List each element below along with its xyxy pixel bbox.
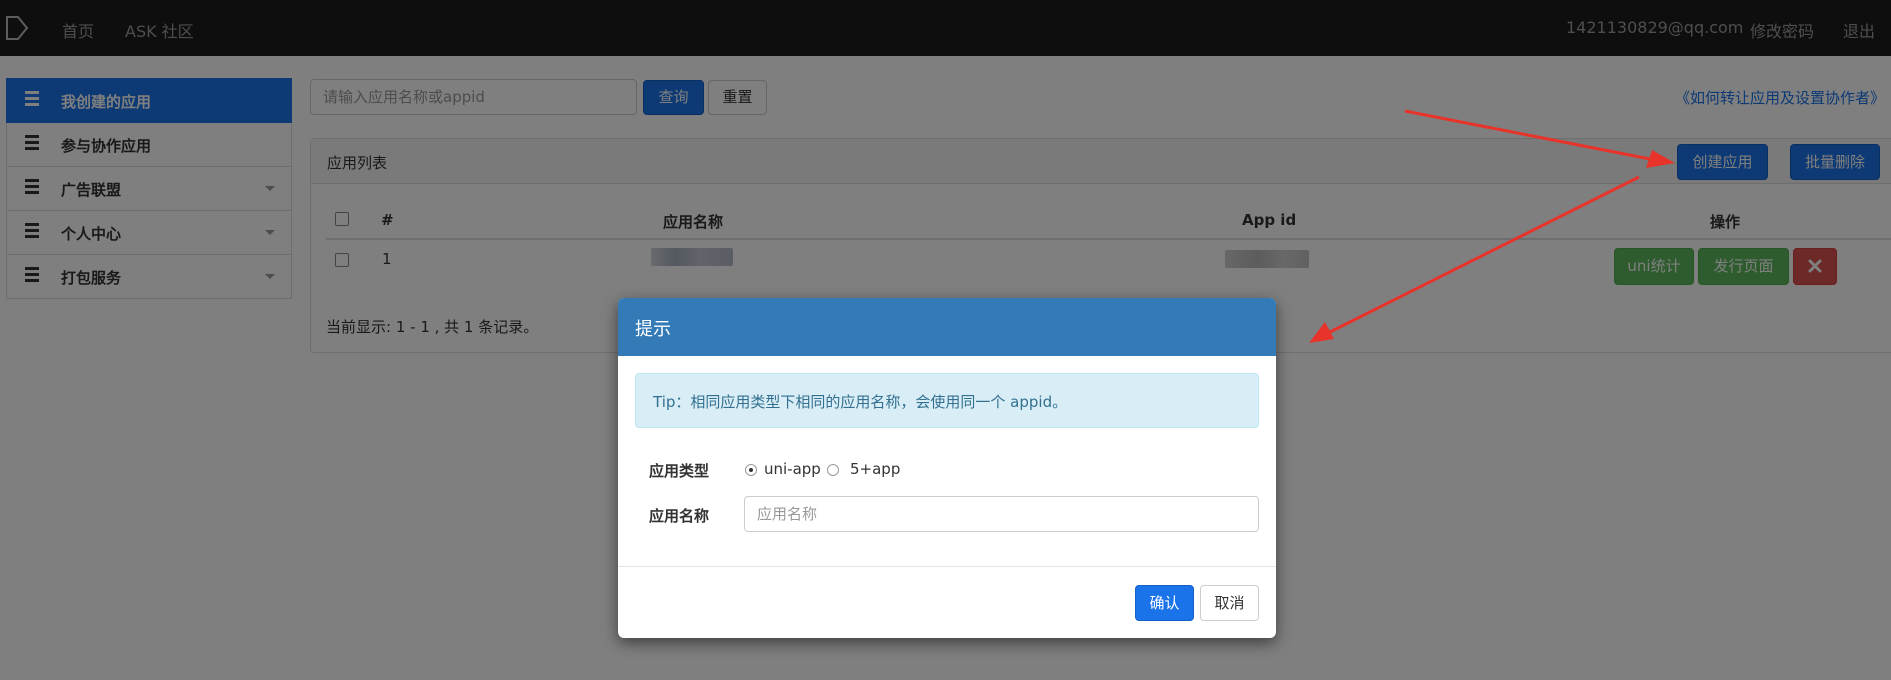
cancel-button[interactable]: 取消 [1200, 585, 1259, 621]
app-name-input[interactable] [744, 496, 1259, 532]
radio-5plus-app[interactable] [827, 464, 839, 476]
tip-alert: Tip：相同应用类型下相同的应用名称，会使用同一个 appid。 [635, 373, 1259, 428]
radio-uni-app[interactable] [745, 464, 757, 476]
arrow-to-create-button-icon [1404, 109, 1675, 168]
confirm-button[interactable]: 确认 [1135, 585, 1194, 621]
modal-footer-divider [618, 566, 1276, 567]
radio-label-uni-app[interactable]: uni-app [764, 460, 821, 478]
create-app-modal: 提示 Tip：相同应用类型下相同的应用名称，会使用同一个 appid。 应用类型… [618, 298, 1276, 638]
radio-label-5plus-app[interactable]: 5+app [850, 460, 900, 478]
app-type-label: 应用类型 [649, 462, 710, 480]
arrow-to-modal-icon [1309, 175, 1640, 343]
modal-header: 提示 [618, 298, 1276, 356]
modal-title: 提示 [635, 319, 671, 340]
app-name-label: 应用名称 [649, 507, 710, 525]
